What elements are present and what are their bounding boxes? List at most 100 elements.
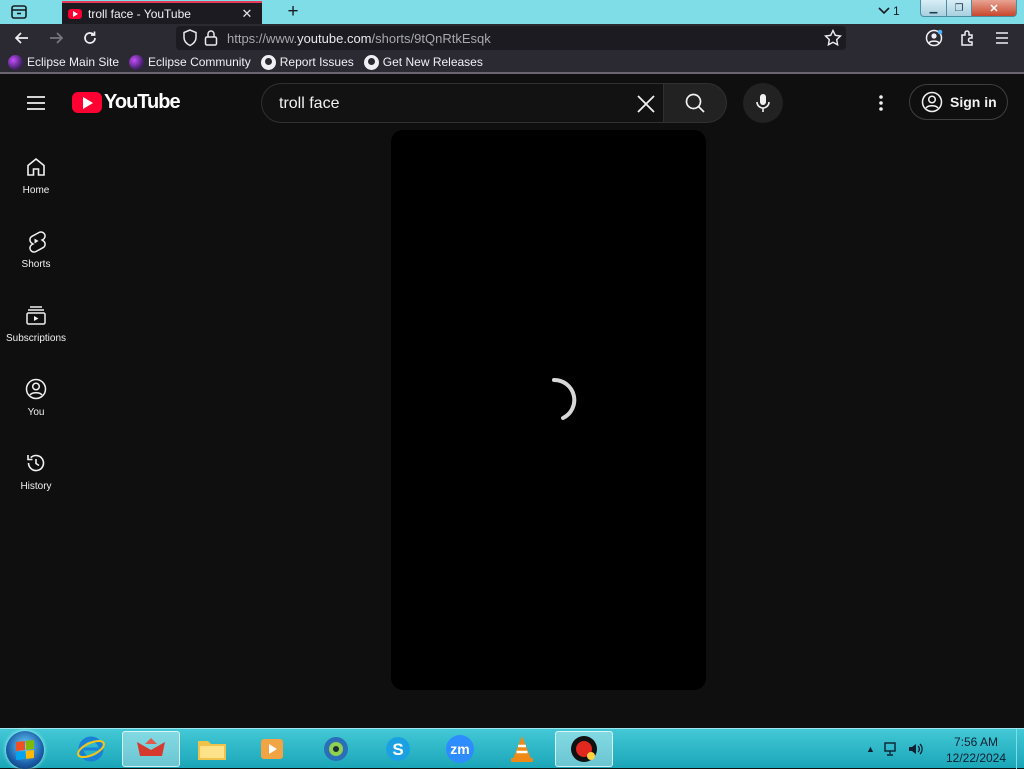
github-icon [363, 54, 379, 70]
taskbar-internet-explorer[interactable] [62, 731, 120, 767]
guide-menu-icon[interactable] [24, 91, 48, 115]
volume-icon[interactable] [907, 741, 925, 757]
app-menu-button[interactable] [991, 28, 1013, 48]
globe-icon [324, 737, 348, 761]
system-tray: ▲ [866, 729, 925, 769]
bookmark-get-new-releases[interactable]: Get New Releases [363, 54, 483, 70]
url-host: youtube.com [297, 31, 372, 46]
svg-text:zm: zm [450, 741, 469, 757]
forward-button[interactable] [45, 28, 67, 48]
media-player-icon [261, 739, 283, 759]
youtube-masthead: YouTube troll face Sign in [0, 74, 1024, 130]
tab-close-icon[interactable]: ✕ [238, 5, 256, 23]
svg-text:S: S [392, 740, 403, 759]
tab-list-button[interactable] [8, 3, 30, 21]
search-icon [685, 93, 705, 113]
subscriptions-icon [26, 306, 46, 325]
window-restore-button[interactable]: ❐ [946, 0, 972, 17]
chevron-down-icon [878, 7, 890, 15]
sidebar-label: History [20, 481, 52, 492]
taskbar-gaming-app[interactable] [122, 731, 180, 767]
vlc-cone-icon [511, 736, 533, 762]
you-icon [25, 378, 47, 400]
search-button[interactable] [663, 83, 727, 123]
zoom-icon: zm [446, 735, 474, 763]
more-vertical-icon [879, 95, 883, 111]
sidebar-label: You [27, 407, 45, 418]
clock-time: 7:56 AM [953, 735, 999, 749]
shorts-video-player[interactable] [391, 130, 706, 690]
shorts-icon [29, 231, 46, 253]
windows-taskbar: S zm ▲ 7:56 AM 12/22/2024 [0, 728, 1024, 769]
window-minimize-button[interactable]: ▁ [920, 0, 947, 17]
taskbar-skype[interactable]: S [369, 731, 427, 767]
sidebar-item-home[interactable]: Home [0, 149, 72, 209]
new-tab-button[interactable]: + [283, 1, 303, 22]
bookmark-label: Report Issues [279, 55, 354, 69]
sidebar-label: Subscriptions [5, 333, 67, 344]
youtube-logo[interactable]: YouTube [72, 91, 181, 114]
account-button[interactable] [923, 28, 945, 48]
taskbar-clock[interactable]: 7:56 AM 12/22/2024 [936, 734, 1016, 766]
bookmark-label: Get New Releases [382, 55, 483, 69]
youtube-favicon-icon [68, 8, 82, 19]
taskbar-recorder[interactable] [555, 731, 613, 767]
sidebar-item-subscriptions[interactable]: Subscriptions [0, 297, 72, 357]
settings-more-button[interactable] [869, 91, 893, 115]
sidebar-label: Home [22, 185, 50, 196]
clock-date: 12/22/2024 [945, 751, 1007, 765]
window-close-button[interactable]: ✕ [971, 0, 1017, 17]
bookmark-label: Eclipse Community [148, 55, 251, 69]
tab-title: troll face - YouTube [88, 6, 191, 21]
youtube-play-logo-icon [72, 92, 102, 113]
sidebar-item-shorts[interactable]: Shorts [0, 223, 72, 283]
sign-in-button[interactable]: Sign in [909, 84, 1008, 120]
clear-search-icon[interactable] [634, 92, 658, 116]
back-button[interactable] [11, 28, 33, 48]
puzzle-icon [961, 30, 973, 46]
show-desktop-button[interactable] [1016, 729, 1024, 769]
reload-button[interactable] [79, 28, 101, 48]
search-query-text[interactable]: troll face [279, 95, 339, 113]
bookmark-eclipse-community[interactable]: Eclipse Community [129, 54, 251, 70]
browser-tab-strip: troll face - YouTube ✕ + 1 ▁ ❐ ✕ [0, 0, 1024, 24]
url-text[interactable]: https://www.youtube.com/shorts/9tQnRtkEs… [227, 31, 491, 46]
sign-in-label: Sign in [950, 94, 997, 110]
arrow-left-icon [14, 32, 28, 44]
game-controller-icon [137, 738, 165, 756]
account-icon [925, 29, 943, 47]
taskbar-network-app[interactable] [307, 731, 365, 767]
windows-logo-icon [16, 740, 34, 760]
taskbar-file-explorer[interactable] [183, 731, 241, 767]
voice-search-button[interactable] [743, 83, 783, 123]
folder-icon [198, 741, 226, 760]
tab-counter[interactable]: 1 [878, 4, 900, 18]
url-path: /shorts/9tQnRtkEsqk [371, 31, 491, 46]
bookmarks-bar: Eclipse Main Site Eclipse Community Repo… [0, 52, 1024, 74]
taskbar-zoom[interactable]: zm [431, 731, 489, 767]
arrow-right-icon [50, 32, 64, 44]
shield-icon[interactable] [182, 29, 198, 47]
bookmark-star-icon[interactable] [824, 29, 842, 47]
search-input[interactable]: troll face [261, 83, 663, 123]
youtube-page: YouTube troll face Sign in Home Shorts S… [0, 74, 1024, 728]
home-icon [27, 157, 45, 176]
extensions-button[interactable] [957, 28, 979, 48]
lock-icon[interactable] [204, 29, 218, 47]
bookmark-eclipse-main-site[interactable]: Eclipse Main Site [8, 54, 119, 70]
address-bar[interactable]: https://www.youtube.com/shorts/9tQnRtkEs… [176, 26, 846, 50]
bookmark-report-issues[interactable]: Report Issues [260, 54, 354, 70]
taskbar-vlc[interactable] [493, 731, 551, 767]
show-hidden-icons-icon[interactable]: ▲ [866, 744, 875, 754]
start-button[interactable] [6, 731, 44, 769]
loading-spinner-icon [552, 377, 577, 420]
url-prefix: https://www. [227, 31, 298, 46]
network-icon[interactable] [883, 741, 899, 757]
youtube-logo-text: YouTube [104, 91, 181, 113]
sidebar-item-history[interactable]: History [0, 445, 72, 505]
taskbar-media-player[interactable] [243, 731, 301, 767]
browser-tab-active[interactable]: troll face - YouTube ✕ [62, 1, 262, 24]
tab-list-icon [11, 5, 27, 19]
sidebar-item-you[interactable]: You [0, 371, 72, 431]
internet-explorer-icon [77, 736, 105, 762]
